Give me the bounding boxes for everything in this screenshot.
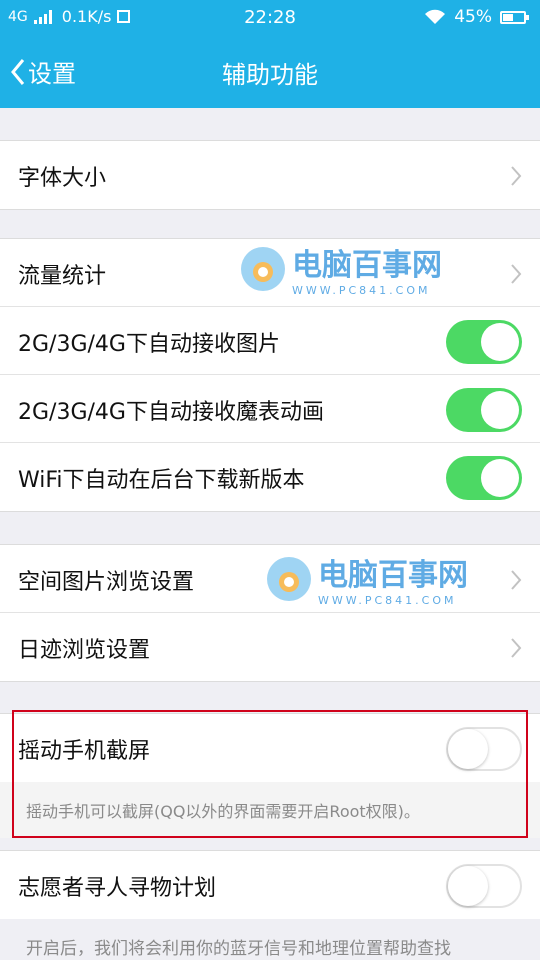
- toggle-knob: [481, 391, 519, 429]
- volunteer-description-area: 开启后，我们将会利用你的蓝牙信号和地理位置帮助查找: [0, 920, 540, 960]
- chevron-right-icon: [511, 166, 522, 186]
- watermark: 电脑百事网 WWW.PC841.COM: [238, 240, 442, 297]
- settings-group-font: 字体大小: [0, 140, 540, 210]
- auto-receive-magic-item: 2G/3G/4G下自动接收魔表动画: [0, 375, 540, 443]
- highlight-box: [12, 710, 528, 838]
- wifi-auto-download-label: WiFi下自动在后台下载新版本: [18, 468, 305, 493]
- chevron-right-icon: [511, 264, 522, 284]
- watermark-name: 电脑百事网: [318, 558, 468, 593]
- volunteer-item: 志愿者寻人寻物计划: [0, 851, 540, 919]
- watermark-logo-icon: [241, 246, 285, 291]
- watermark: 电脑百事网 WWW.PC841.COM: [264, 550, 468, 607]
- auto-receive-images-item: 2G/3G/4G下自动接收图片: [0, 307, 540, 375]
- battery-percent: 45%: [454, 7, 492, 27]
- wifi-auto-download-item: WiFi下自动在后台下载新版本: [0, 443, 540, 511]
- font-size-label: 字体大小: [18, 166, 107, 191]
- status-bar: 4G 0.1K/s 22:28 45%: [0, 0, 540, 34]
- space-image-settings-label: 空间图片浏览设置: [18, 570, 195, 595]
- chevron-right-icon: [511, 570, 522, 590]
- title-bar: 设置 辅助功能: [0, 34, 540, 108]
- auto-receive-magic-label: 2G/3G/4G下自动接收魔表动画: [18, 400, 324, 425]
- toggle-knob: [481, 323, 519, 361]
- settings-group-volunteer: 志愿者寻人寻物计划: [0, 850, 540, 919]
- volunteer-label: 志愿者寻人寻物计划: [18, 876, 217, 901]
- battery-icon: [500, 10, 529, 24]
- watermark-url: WWW.PC841.COM: [292, 284, 431, 297]
- page-title: 辅助功能: [222, 61, 318, 89]
- wifi-auto-download-toggle[interactable]: [446, 456, 522, 500]
- volunteer-description: 开启后，我们将会利用你的蓝牙信号和地理位置帮助查找: [26, 939, 451, 959]
- wifi-icon: [425, 9, 446, 24]
- auto-receive-magic-toggle[interactable]: [446, 388, 522, 432]
- watermark-logo-icon: [267, 556, 311, 601]
- auto-receive-images-label: 2G/3G/4G下自动接收图片: [18, 332, 280, 357]
- traffic-stats-label: 流量统计: [18, 264, 107, 289]
- diary-settings-item[interactable]: 日迹浏览设置: [0, 613, 540, 681]
- watermark-url: WWW.PC841.COM: [318, 594, 457, 607]
- auto-receive-images-toggle[interactable]: [446, 320, 522, 364]
- volunteer-toggle[interactable]: [446, 864, 522, 908]
- chevron-right-icon: [511, 638, 522, 658]
- toggle-knob: [481, 459, 519, 497]
- font-size-item[interactable]: 字体大小: [0, 141, 540, 209]
- toggle-knob: [448, 866, 488, 906]
- diary-settings-label: 日迹浏览设置: [18, 638, 151, 663]
- watermark-name: 电脑百事网: [292, 248, 442, 283]
